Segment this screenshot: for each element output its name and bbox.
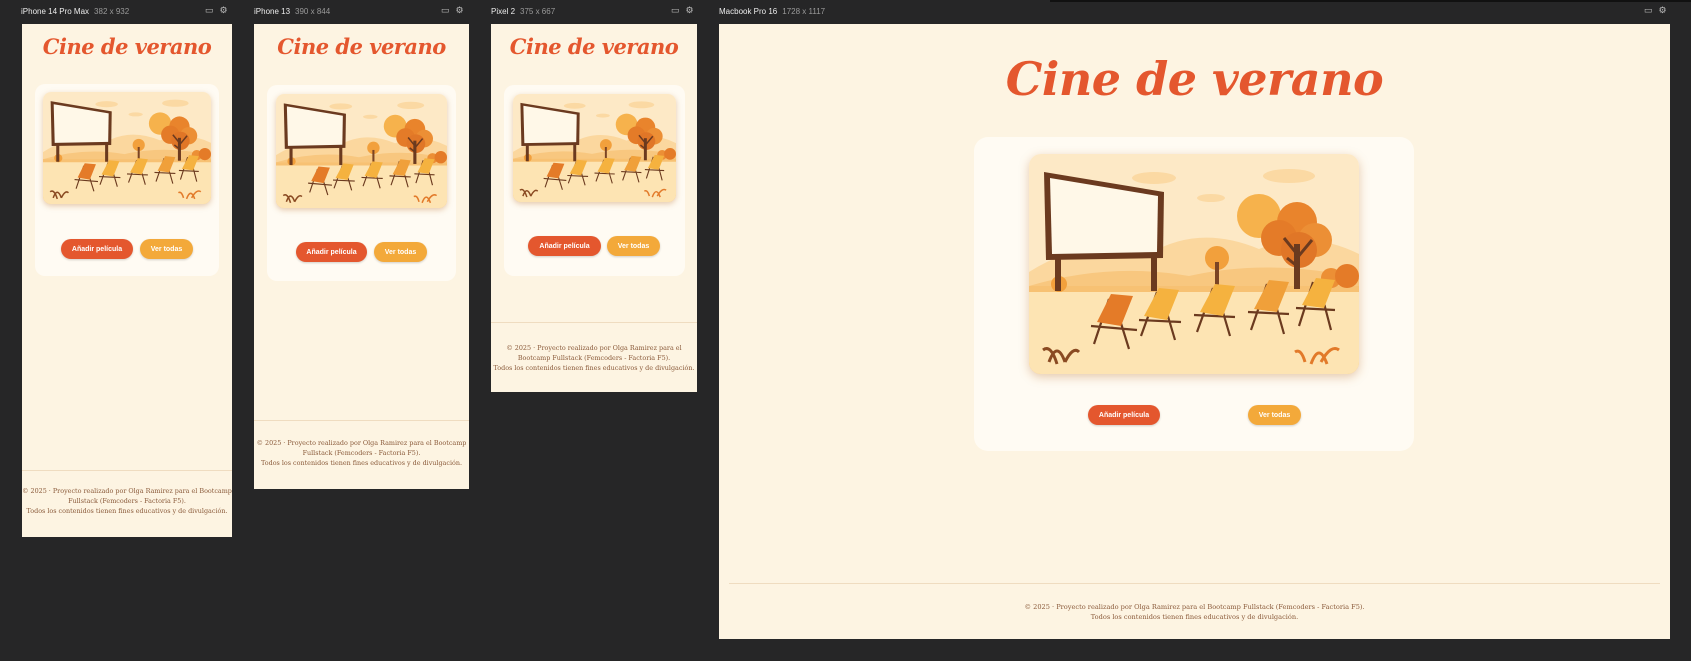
footer-text: © 2025 · Proyecto realizado por Olga Ram… <box>22 487 232 495</box>
device-frame-pixel2: Cine de verano Añadir película Ver todas… <box>491 24 697 392</box>
device-label-macbook: Macbook Pro 16 1728 x 1117 <box>719 3 825 19</box>
device-frame-icon[interactable]: ▭ <box>441 6 450 15</box>
footer-text: Todos los contenidos tienen fines educat… <box>493 364 695 372</box>
view-all-button[interactable]: Ver todas <box>607 236 660 256</box>
hero-illustration <box>43 92 211 204</box>
settings-gear-icon[interactable]: ⚙ <box>456 6 464 15</box>
settings-gear-icon[interactable]: ⚙ <box>686 6 694 15</box>
footer-text: © 2025 · Proyecto realizado por Olga Ram… <box>506 344 682 352</box>
device-name: Pixel 2 <box>491 6 516 16</box>
footer-text: Bootcamp Fullstack (Femcoders - Factoria… <box>517 354 671 362</box>
device-frame-iphone14: Cine de verano Añadir película Ver todas… <box>22 24 232 537</box>
footer-divider <box>254 420 469 421</box>
hero-card: Añadir película Ver todas <box>267 85 456 281</box>
settings-gear-icon[interactable]: ⚙ <box>1659 6 1667 15</box>
outdoor-cinema-illustration <box>276 94 447 208</box>
device-label-pixel2: Pixel 2 375 x 667 <box>491 3 555 19</box>
footer-text: © 2025 · Proyecto realizado por Olga Ram… <box>256 439 467 447</box>
outdoor-cinema-illustration <box>513 94 676 202</box>
site-title: Cine de verano <box>509 34 679 59</box>
settings-gear-icon[interactable]: ⚙ <box>220 6 228 15</box>
site-title: Cine de verano <box>1005 52 1384 106</box>
device-label-iphone14: iPhone 14 Pro Max 382 x 932 <box>21 3 129 19</box>
footer-text: Todos los contenidos tienen fines educat… <box>260 459 462 467</box>
device-controls-pixel2: ▭ ⚙ <box>671 6 694 15</box>
outdoor-cinema-illustration <box>43 92 211 204</box>
hero-card: Añadir película Ver todas <box>35 84 219 276</box>
device-frame-icon[interactable]: ▭ <box>205 6 214 15</box>
device-name: iPhone 14 Pro Max <box>21 6 90 16</box>
footer-divider <box>22 470 232 471</box>
device-frame-iphone13: Cine de verano Añadir película Ver todas… <box>254 24 469 489</box>
footer-divider <box>491 322 697 323</box>
hero-illustration <box>1029 154 1359 374</box>
view-all-button[interactable]: Ver todas <box>374 242 427 262</box>
device-size: 375 x 667 <box>520 6 556 16</box>
footer: © 2025 · Proyecto realizado por Olga Ram… <box>719 602 1670 622</box>
hero-card: Añadir película Ver todas <box>974 137 1414 451</box>
hero-illustration <box>513 94 676 202</box>
footer-text: Fullstack (Femcoders - Factoria F5). <box>302 449 421 457</box>
outdoor-cinema-illustration <box>1029 154 1359 374</box>
device-controls-iphone13: ▭ ⚙ <box>441 6 464 15</box>
device-controls-iphone14: ▭ ⚙ <box>205 6 228 15</box>
device-frame-icon[interactable]: ▭ <box>1644 6 1653 15</box>
device-frame-icon[interactable]: ▭ <box>671 6 680 15</box>
footer: © 2025 · Proyecto realizado por Olga Ram… <box>491 343 697 373</box>
footer-text: Fullstack (Femcoders - Factoria F5). <box>68 497 186 505</box>
device-name: iPhone 13 <box>254 6 291 16</box>
device-name: Macbook Pro 16 <box>719 6 778 16</box>
add-movie-button[interactable]: Añadir película <box>1088 405 1160 425</box>
toolbar-edge <box>1050 0 1691 2</box>
device-size: 382 x 932 <box>94 6 130 16</box>
footer-text: Todos los contenidos tienen fines educat… <box>1090 613 1299 621</box>
add-movie-button[interactable]: Añadir película <box>528 236 601 256</box>
hero-card: Añadir película Ver todas <box>504 85 685 276</box>
footer-text: Todos los contenidos tienen fines educat… <box>26 507 228 515</box>
device-label-iphone13: iPhone 13 390 x 844 <box>254 3 330 19</box>
hero-illustration <box>276 94 447 208</box>
view-all-button[interactable]: Ver todas <box>1248 405 1301 425</box>
footer-divider <box>729 583 1660 584</box>
device-frame-macbook: Cine de verano Añadir película Ver todas… <box>719 24 1670 639</box>
footer: © 2025 · Proyecto realizado por Olga Ram… <box>254 438 469 468</box>
add-movie-button[interactable]: Añadir película <box>61 239 133 259</box>
device-size: 390 x 844 <box>295 6 331 16</box>
site-title: Cine de verano <box>277 34 446 59</box>
device-controls-macbook: ▭ ⚙ <box>1644 6 1667 15</box>
footer: © 2025 · Proyecto realizado por Olga Ram… <box>22 486 232 516</box>
device-size: 1728 x 1117 <box>782 6 826 16</box>
site-title: Cine de verano <box>42 34 212 59</box>
add-movie-button[interactable]: Añadir película <box>296 242 367 262</box>
footer-text: © 2025 · Proyecto realizado por Olga Ram… <box>1024 603 1365 611</box>
view-all-button[interactable]: Ver todas <box>140 239 193 259</box>
